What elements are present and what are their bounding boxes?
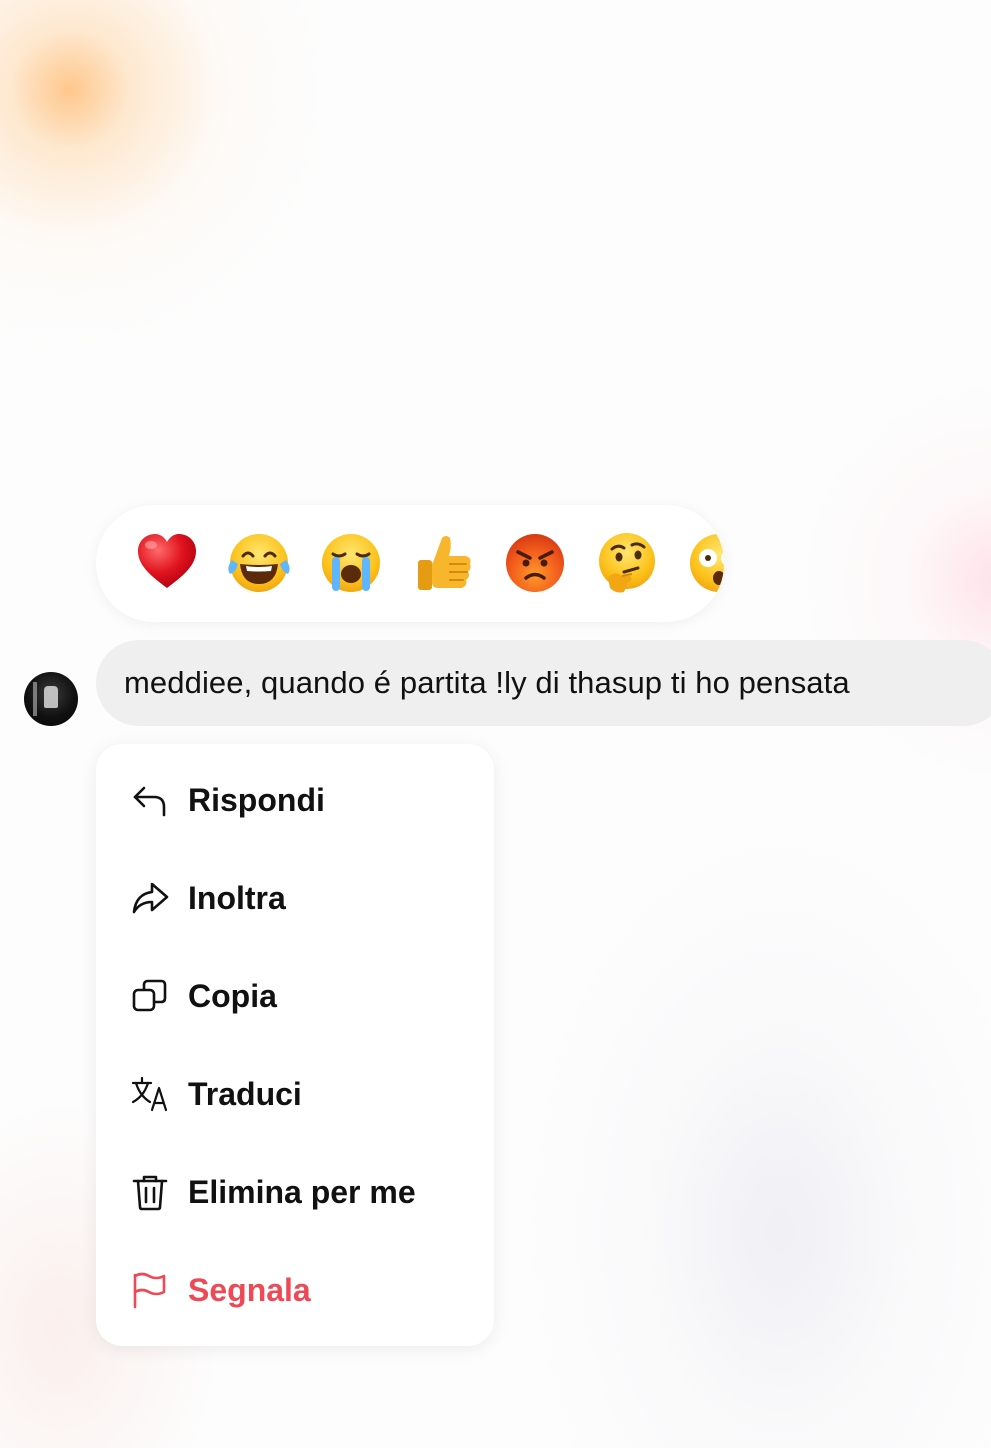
thinking-face-emoji [599, 533, 655, 593]
reaction-angry[interactable] [502, 530, 568, 596]
menu-item-elimina[interactable]: Elimina per me [96, 1152, 494, 1232]
menu-item-label: Traduci [188, 1075, 302, 1112]
forward-icon [130, 878, 170, 918]
loudly-crying-emoji [322, 534, 380, 592]
sender-avatar[interactable] [24, 672, 78, 726]
message-text: meddiee, quando é partita !ly di thasup … [124, 665, 850, 700]
red-heart-emoji [138, 534, 196, 588]
reaction-bar [96, 505, 724, 622]
menu-item-copia[interactable]: Copia [96, 956, 494, 1036]
flag-icon [130, 1270, 170, 1310]
menu-item-traduci[interactable]: Traduci [96, 1054, 494, 1134]
thumbs-up-emoji [418, 536, 471, 590]
angry-face-emoji [506, 534, 564, 592]
menu-item-label: Segnala [188, 1271, 311, 1308]
reaction-laugh[interactable] [226, 530, 292, 596]
message-context-menu: Rispondi Inoltra Copia Traduci Elimina p… [96, 744, 494, 1346]
menu-item-segnala[interactable]: Segnala [96, 1250, 494, 1330]
copy-icon [130, 976, 170, 1016]
avatar-detail [33, 682, 37, 716]
reaction-heart[interactable] [134, 530, 200, 596]
menu-item-label: Elimina per me [188, 1173, 416, 1210]
reaction-cry[interactable] [318, 530, 384, 596]
tears-of-joy-emoji [228, 534, 290, 592]
translate-icon [130, 1074, 170, 1114]
reaction-astonished[interactable] [686, 530, 724, 596]
reply-icon [130, 780, 170, 820]
reaction-thinking[interactable] [594, 530, 660, 596]
menu-item-rispondi[interactable]: Rispondi [96, 760, 494, 840]
trash-icon [130, 1172, 170, 1212]
message-bubble[interactable]: meddiee, quando é partita !ly di thasup … [96, 640, 991, 726]
reaction-thumbs-up[interactable] [410, 530, 476, 596]
menu-item-inoltra[interactable]: Inoltra [96, 858, 494, 938]
menu-item-label: Copia [188, 977, 277, 1014]
avatar-figure [44, 686, 58, 708]
menu-item-label: Inoltra [188, 879, 286, 916]
astonished-face-emoji [690, 534, 724, 592]
menu-item-label: Rispondi [188, 781, 325, 818]
